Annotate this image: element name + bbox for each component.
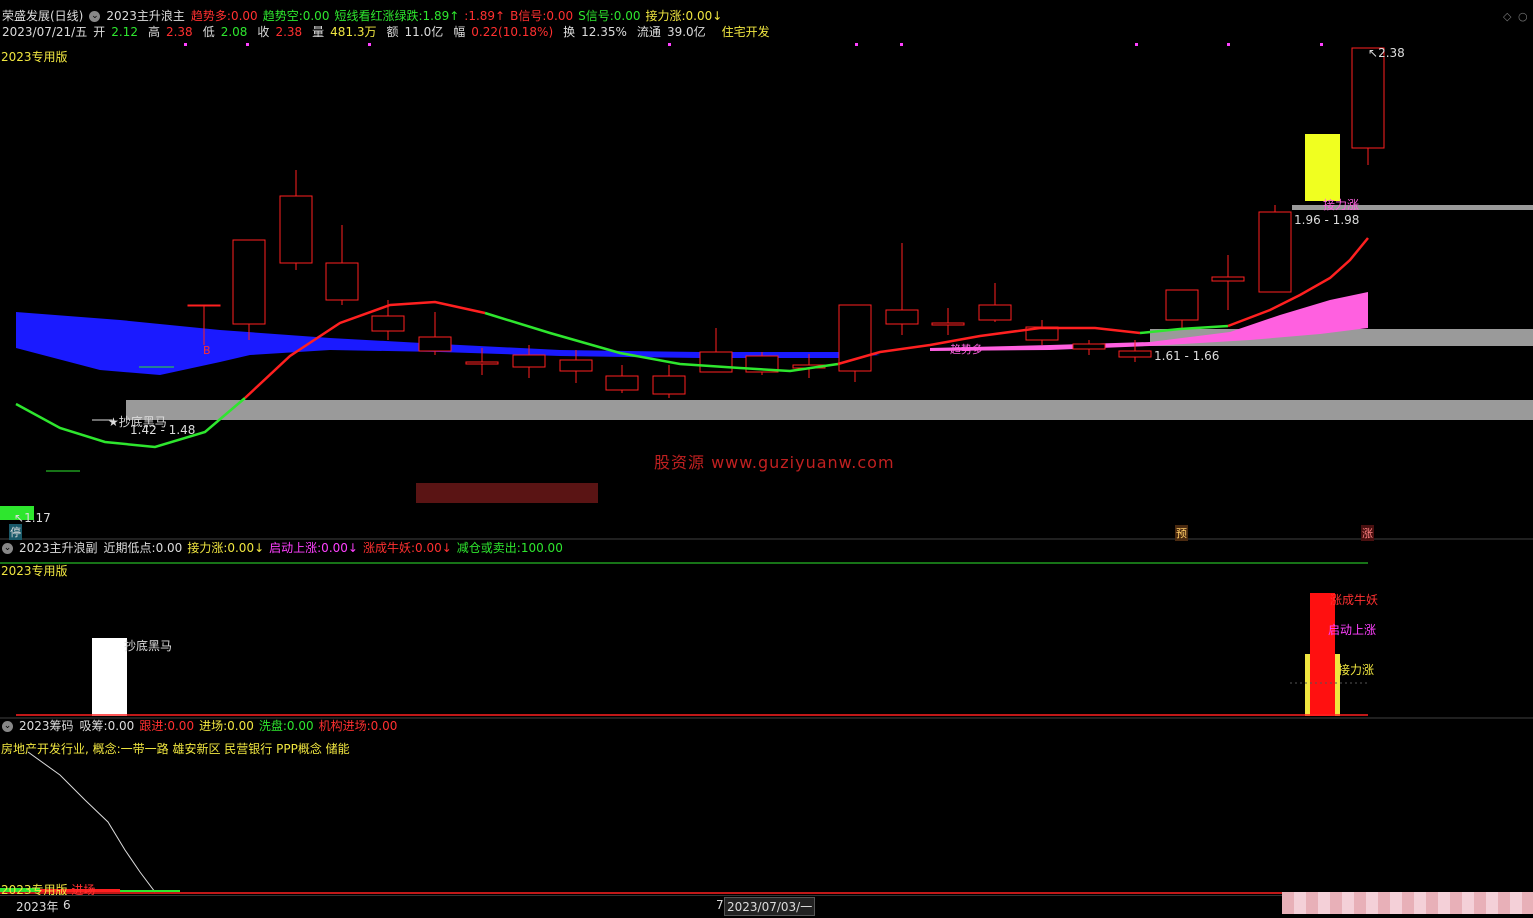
- zone-mid-label: 1.61 - 1.66: [1154, 349, 1220, 363]
- relay-yellow-block: [1305, 134, 1340, 201]
- quote-item-3: 收 2.38: [257, 25, 303, 39]
- chip-indicator-item-2: 进场:0.00: [199, 719, 254, 733]
- sub-bottom-horse-label: 抄底黑马: [124, 639, 173, 653]
- chip-indicator-item-0: 吸筹:0.00: [79, 719, 135, 733]
- main-indicator-item-6: 接力涨:0.00↓: [645, 9, 723, 23]
- chip-indicator-values: 吸筹:0.00 跟进:0.00 进场:0.00 洗盘:0.00 机构进场:0.00: [80, 718, 403, 734]
- candle-body: [232, 239, 266, 325]
- candle-body: [279, 195, 313, 264]
- sub-indicator-chart[interactable]: [0, 556, 1533, 721]
- candle-body: [885, 309, 919, 325]
- chip-indicator-header: ⌄ 2023筹码 吸筹:0.00 跟进:0.00 进场:0.00 洗盘:0.00 机构进…: [2, 718, 408, 734]
- candle-body: [1118, 350, 1152, 358]
- relay-label: 接力涨: [1323, 198, 1360, 212]
- trend-label: 趋势多: [950, 343, 983, 356]
- sub-indicator-item-3: 涨成牛妖:0.00↓: [362, 541, 452, 555]
- candle-body: [1072, 343, 1106, 350]
- main-indicator-item-4: B信号:0.00: [510, 9, 574, 23]
- chevron-down-icon[interactable]: ⌄: [2, 542, 13, 554]
- candle-body: [465, 361, 499, 365]
- candle-body: [699, 351, 733, 373]
- sub-relay-label: 接力涨: [1338, 663, 1375, 677]
- quote-line: 2023/07/21/五 开 2.12 高 2.38 低 2.08 收 2.38 量 481.3万…: [2, 24, 786, 40]
- quote-item-4: 量 481.3万: [312, 25, 377, 39]
- axis-cursor-date: 2023/07/03/一: [724, 897, 816, 916]
- quote-item-0: 开 2.12: [93, 25, 138, 39]
- chip-indicator-item-4: 机构进场:0.00: [318, 719, 398, 733]
- rise-tag: 涨: [1361, 525, 1374, 541]
- main-indicator-header: 荣盛发展(日线) ⌄ 2023主升浪主 趋势多:0.00 趋势空:0.00 短线看红…: [2, 8, 733, 24]
- candle-body: [512, 354, 546, 368]
- quote-item-5: 额 11.0亿: [386, 25, 444, 39]
- time-axis[interactable]: 2023年 6 7 2023/07/03/一: [0, 892, 1533, 918]
- main-indicator-item-5: S信号:0.00: [578, 9, 641, 23]
- main-indicator-name[interactable]: 2023主升浪主: [106, 8, 185, 24]
- quote-item-1: 高 2.38: [147, 25, 193, 39]
- candle-body: [978, 304, 1012, 321]
- candle-body: [187, 304, 221, 307]
- main-indicator-item-0: 趋势多:0.00: [190, 9, 258, 23]
- quote-item-6: 幅 0.22(10.18%): [453, 25, 554, 39]
- main-indicator-values: 趋势多:0.00 趋势空:0.00 短线看红涨绿跌:1.89↑ :1.89↑ B信号:0…: [191, 8, 727, 24]
- sub-indicator-name[interactable]: 2023主升浪副: [19, 540, 98, 556]
- expand-icon[interactable]: ◇: [1503, 10, 1511, 23]
- blurred-block: [416, 483, 598, 503]
- candle-body: [605, 375, 639, 391]
- stop-tag: 停: [9, 524, 22, 540]
- candle-body: [418, 336, 452, 352]
- chip-indicator-item-3: 洗盘:0.00: [258, 719, 314, 733]
- candle-body: [325, 262, 359, 301]
- quote-item-7: 换 12.35%: [563, 25, 627, 39]
- main-indicator-item-3: :1.89↑: [464, 9, 506, 23]
- quote-values: 开 2.12 高 2.38 低 2.08 收 2.38 量 481.3万额 11.0亿幅 0.22(1…: [93, 24, 779, 40]
- sub-start-label: 启动上涨: [1328, 623, 1377, 637]
- bull-bar: [1310, 593, 1335, 716]
- support-zone-low: [126, 400, 1533, 420]
- sub-bull-label: 涨成牛妖: [1330, 593, 1379, 607]
- main-indicator-item-1: 趋势空:0.00: [262, 9, 330, 23]
- candle-body: [1351, 47, 1385, 149]
- high-price-label: ↖2.38: [1368, 46, 1405, 60]
- chip-green-bar-2: [120, 890, 180, 892]
- sub-indicator-item-1: 接力涨:0.00↓: [187, 541, 265, 555]
- axis-month-6: 6: [63, 898, 71, 912]
- axis-month-7: 7: [716, 898, 724, 912]
- star-bottom-horse-label: ★抄底黑马: [108, 415, 167, 429]
- chevron-down-icon[interactable]: ⌄: [89, 10, 101, 22]
- candle-body: [559, 359, 593, 372]
- stock-title[interactable]: 荣盛发展(日线): [2, 8, 83, 24]
- relay-bar-left: [1305, 654, 1310, 716]
- chip-white-line: [27, 751, 156, 893]
- sub-indicator-item-0: 近期低点:0.00: [103, 541, 183, 555]
- quote-item-2: 低 2.08: [202, 25, 248, 39]
- panel-close-icon[interactable]: ○: [1518, 10, 1528, 23]
- chip-indicator-name[interactable]: 2023筹码: [19, 718, 74, 734]
- quote-item-8: 流通 39.0亿: [636, 25, 706, 39]
- sub-indicator-header: ⌄ 2023主升浪副 近期低点:0.00 接力涨:0.00↓ 启动上涨:0.00↓ 涨…: [2, 540, 574, 556]
- sub-indicator-values: 近期低点:0.00 接力涨:0.00↓ 启动上涨:0.00↓ 涨成牛妖:0.00↓ 减仓…: [104, 540, 568, 556]
- candle-body: [371, 315, 405, 332]
- low-price-label: ↖1.17: [14, 511, 51, 525]
- candle-body: [1211, 276, 1245, 282]
- candle-body: [652, 375, 686, 395]
- candle-body: [1258, 211, 1292, 293]
- bottom-horse-bar: [92, 638, 127, 716]
- chip-indicator-item-1: 跟进:0.00: [139, 719, 195, 733]
- quote-date: 2023/07/21/五: [2, 25, 88, 39]
- pre-tag: 预: [1175, 525, 1188, 541]
- quote-item-9: 住宅开发: [721, 25, 770, 39]
- candle-body: [931, 322, 965, 326]
- top-signal-dots: [184, 43, 1323, 46]
- sub-indicator-item-2: 启动上涨:0.00↓: [269, 541, 358, 555]
- b-signal-mark: B: [203, 344, 211, 357]
- chevron-down-icon[interactable]: ⌄: [2, 720, 13, 732]
- axis-year-label: 2023年: [16, 900, 59, 914]
- sub-indicator-item-4: 减仓或卖出:100.00: [456, 541, 563, 555]
- blurred-pixel-area: [1282, 892, 1533, 914]
- candle-body: [1165, 289, 1199, 321]
- chip-chart[interactable]: [0, 742, 1533, 897]
- main-indicator-item-2: 短线看红涨绿跌:1.89↑: [334, 9, 460, 23]
- zone-top-label: 1.96 - 1.98: [1294, 213, 1360, 227]
- watermark-text: 股资源 www.guziyuanw.com: [654, 453, 895, 472]
